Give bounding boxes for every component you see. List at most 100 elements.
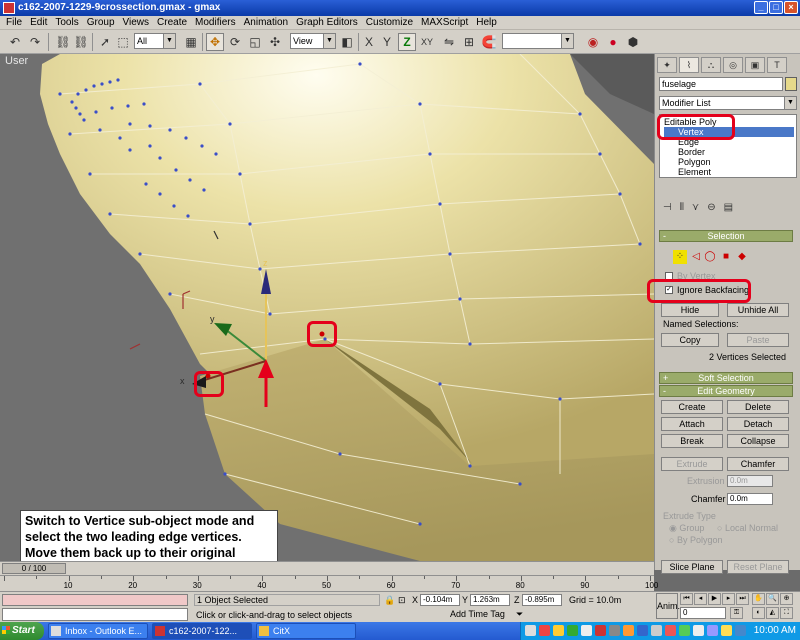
tray-icon-11[interactable] xyxy=(665,625,676,636)
select-arrow-icon[interactable]: ➚ xyxy=(96,33,114,51)
mesh-vertex[interactable] xyxy=(88,172,92,176)
menu-edit[interactable]: Edit xyxy=(26,16,51,29)
unlink-icon[interactable]: ⛓ xyxy=(72,33,90,51)
mesh-vertex[interactable] xyxy=(68,132,72,136)
attach-button[interactable]: Attach xyxy=(661,417,723,431)
mesh-vertex[interactable] xyxy=(518,482,522,486)
copy-button[interactable]: Copy xyxy=(661,333,719,347)
tray-icon-10[interactable] xyxy=(651,625,662,636)
x-coord-field[interactable]: -0.104m xyxy=(420,594,460,606)
pin-stack-icon[interactable]: ⊣ xyxy=(663,202,672,216)
minimize-button[interactable]: _ xyxy=(754,1,768,14)
mesh-vertex[interactable] xyxy=(108,212,112,216)
mesh-vertex[interactable] xyxy=(144,182,148,186)
select-manipulate-icon[interactable]: ✣ xyxy=(266,33,284,51)
make-unique-icon[interactable]: ⋎ xyxy=(692,202,699,216)
reset-plane-button[interactable]: Reset Plane xyxy=(727,560,789,574)
extrusion-field[interactable]: 0.0m xyxy=(727,475,773,487)
mesh-vertex[interactable] xyxy=(184,136,188,140)
edge-mode-icon[interactable]: ◁ xyxy=(689,250,703,264)
mesh-vertex[interactable] xyxy=(468,464,472,468)
tray-icon-3[interactable] xyxy=(553,625,564,636)
tray-icon-9[interactable] xyxy=(637,625,648,636)
mesh-vertex[interactable] xyxy=(138,252,142,256)
mesh-vertex[interactable] xyxy=(76,92,80,96)
local-normal-radio[interactable]: ○ Local Normal xyxy=(717,523,778,533)
menu-help[interactable]: Help xyxy=(472,16,501,29)
select-by-name-icon[interactable]: ▦ xyxy=(182,33,200,51)
mesh-vertex[interactable] xyxy=(258,267,262,271)
by-polygon-radio[interactable]: ○ By Polygon xyxy=(669,535,722,545)
user-viewport[interactable]: z y x User Switch to Vertice sub-object … xyxy=(0,54,654,561)
animate-button[interactable]: Anim. xyxy=(656,593,680,619)
scale-icon[interactable]: ◱ xyxy=(246,33,264,51)
hide-button[interactable]: Hide xyxy=(661,303,719,317)
soft-selection-rollout-header[interactable]: + Soft Selection xyxy=(659,372,793,384)
extrude-button[interactable]: Extrude xyxy=(661,457,723,471)
mesh-vertex[interactable] xyxy=(618,192,622,196)
viewport-label[interactable]: User xyxy=(5,55,28,67)
mesh-vertex[interactable] xyxy=(128,148,132,152)
chamfer-field[interactable]: 0.0m xyxy=(727,493,773,505)
undo-icon[interactable]: ↶ xyxy=(6,33,24,51)
mesh-vertex[interactable] xyxy=(174,168,178,172)
configure-modifiers-icon[interactable]: ▤ xyxy=(724,202,733,216)
utilities-tab-icon[interactable]: T xyxy=(767,57,787,73)
snap-icon[interactable]: 🧲 xyxy=(480,33,498,51)
mesh-vertex[interactable] xyxy=(116,78,120,82)
mesh-vertex[interactable] xyxy=(70,100,74,104)
reference-coordinate-dropdown[interactable]: View ▼ xyxy=(290,33,336,49)
pan-icon[interactable]: ✋ xyxy=(752,593,765,605)
mesh-vertex[interactable] xyxy=(428,152,432,156)
stack-item-border[interactable]: Border xyxy=(664,147,705,157)
mesh-vertex[interactable] xyxy=(58,92,62,96)
menu-group[interactable]: Group xyxy=(83,16,119,29)
stack-item-polygon[interactable]: Polygon xyxy=(664,157,711,167)
restrict-x-icon[interactable]: X xyxy=(360,33,378,51)
time-tag-icon[interactable]: ⏷ xyxy=(516,609,523,620)
material-editor-icon[interactable]: ◉ xyxy=(584,33,602,51)
mesh-vertex[interactable] xyxy=(448,252,452,256)
mesh-vertex[interactable] xyxy=(118,136,122,140)
motion-tab-icon[interactable]: ◎ xyxy=(723,57,743,73)
mesh-vertex[interactable] xyxy=(82,118,86,122)
tray-icon-13[interactable] xyxy=(693,625,704,636)
mesh-vertex[interactable] xyxy=(238,172,242,176)
key-mode-icon[interactable]: ⚿ xyxy=(730,607,743,619)
close-button[interactable]: × xyxy=(784,1,798,14)
arc-rotate-icon[interactable]: ◐ xyxy=(752,607,765,619)
border-mode-icon[interactable]: ◯ xyxy=(703,250,717,264)
mesh-vertex[interactable] xyxy=(148,144,152,148)
create-button[interactable]: Create xyxy=(661,400,723,414)
element-mode-icon[interactable]: ◆ xyxy=(735,250,749,264)
object-name-field[interactable]: fuselage xyxy=(659,77,783,91)
restrict-z-button[interactable]: Z xyxy=(398,33,416,51)
menu-graph-editors[interactable]: Graph Editors xyxy=(292,16,362,29)
menu-modifiers[interactable]: Modifiers xyxy=(191,16,240,29)
tray-icon-8[interactable] xyxy=(623,625,634,636)
play-icon[interactable]: ▶ xyxy=(708,593,721,605)
y-coord-field[interactable]: 1.263m xyxy=(470,594,510,606)
pivot-center-icon[interactable]: ◧ xyxy=(338,33,356,51)
mesh-vertex[interactable] xyxy=(338,452,342,456)
zoom-all-icon[interactable]: ⊕ xyxy=(780,593,793,605)
start-button[interactable]: Start xyxy=(0,622,44,640)
stack-item-element[interactable]: Element xyxy=(664,167,711,177)
menu-views[interactable]: Views xyxy=(119,16,154,29)
edit-geometry-rollout-header[interactable]: - Edit Geometry xyxy=(659,385,793,397)
rotate-icon[interactable]: ⟳ xyxy=(226,33,244,51)
menu-maxscript[interactable]: MAXScript xyxy=(417,16,472,29)
mesh-vertex[interactable] xyxy=(578,112,582,116)
delete-button[interactable]: Delete xyxy=(727,400,789,414)
task-gmax[interactable]: c162-2007-122... xyxy=(152,623,252,639)
hierarchy-tab-icon[interactable]: ⛬ xyxy=(701,57,721,73)
mesh-vertex[interactable] xyxy=(558,397,562,401)
go-to-start-icon[interactable]: ⏮ xyxy=(680,593,693,605)
mesh-vertex[interactable] xyxy=(128,122,132,126)
mesh-vertex[interactable] xyxy=(438,382,442,386)
mesh-vertex[interactable] xyxy=(98,128,102,132)
mesh-vertex[interactable] xyxy=(158,156,162,160)
break-button[interactable]: Break xyxy=(661,434,723,448)
track-bar[interactable]: 10 20 30 40 50 60 70 80 90 100 xyxy=(0,575,658,591)
mesh-vertex[interactable] xyxy=(418,522,422,526)
